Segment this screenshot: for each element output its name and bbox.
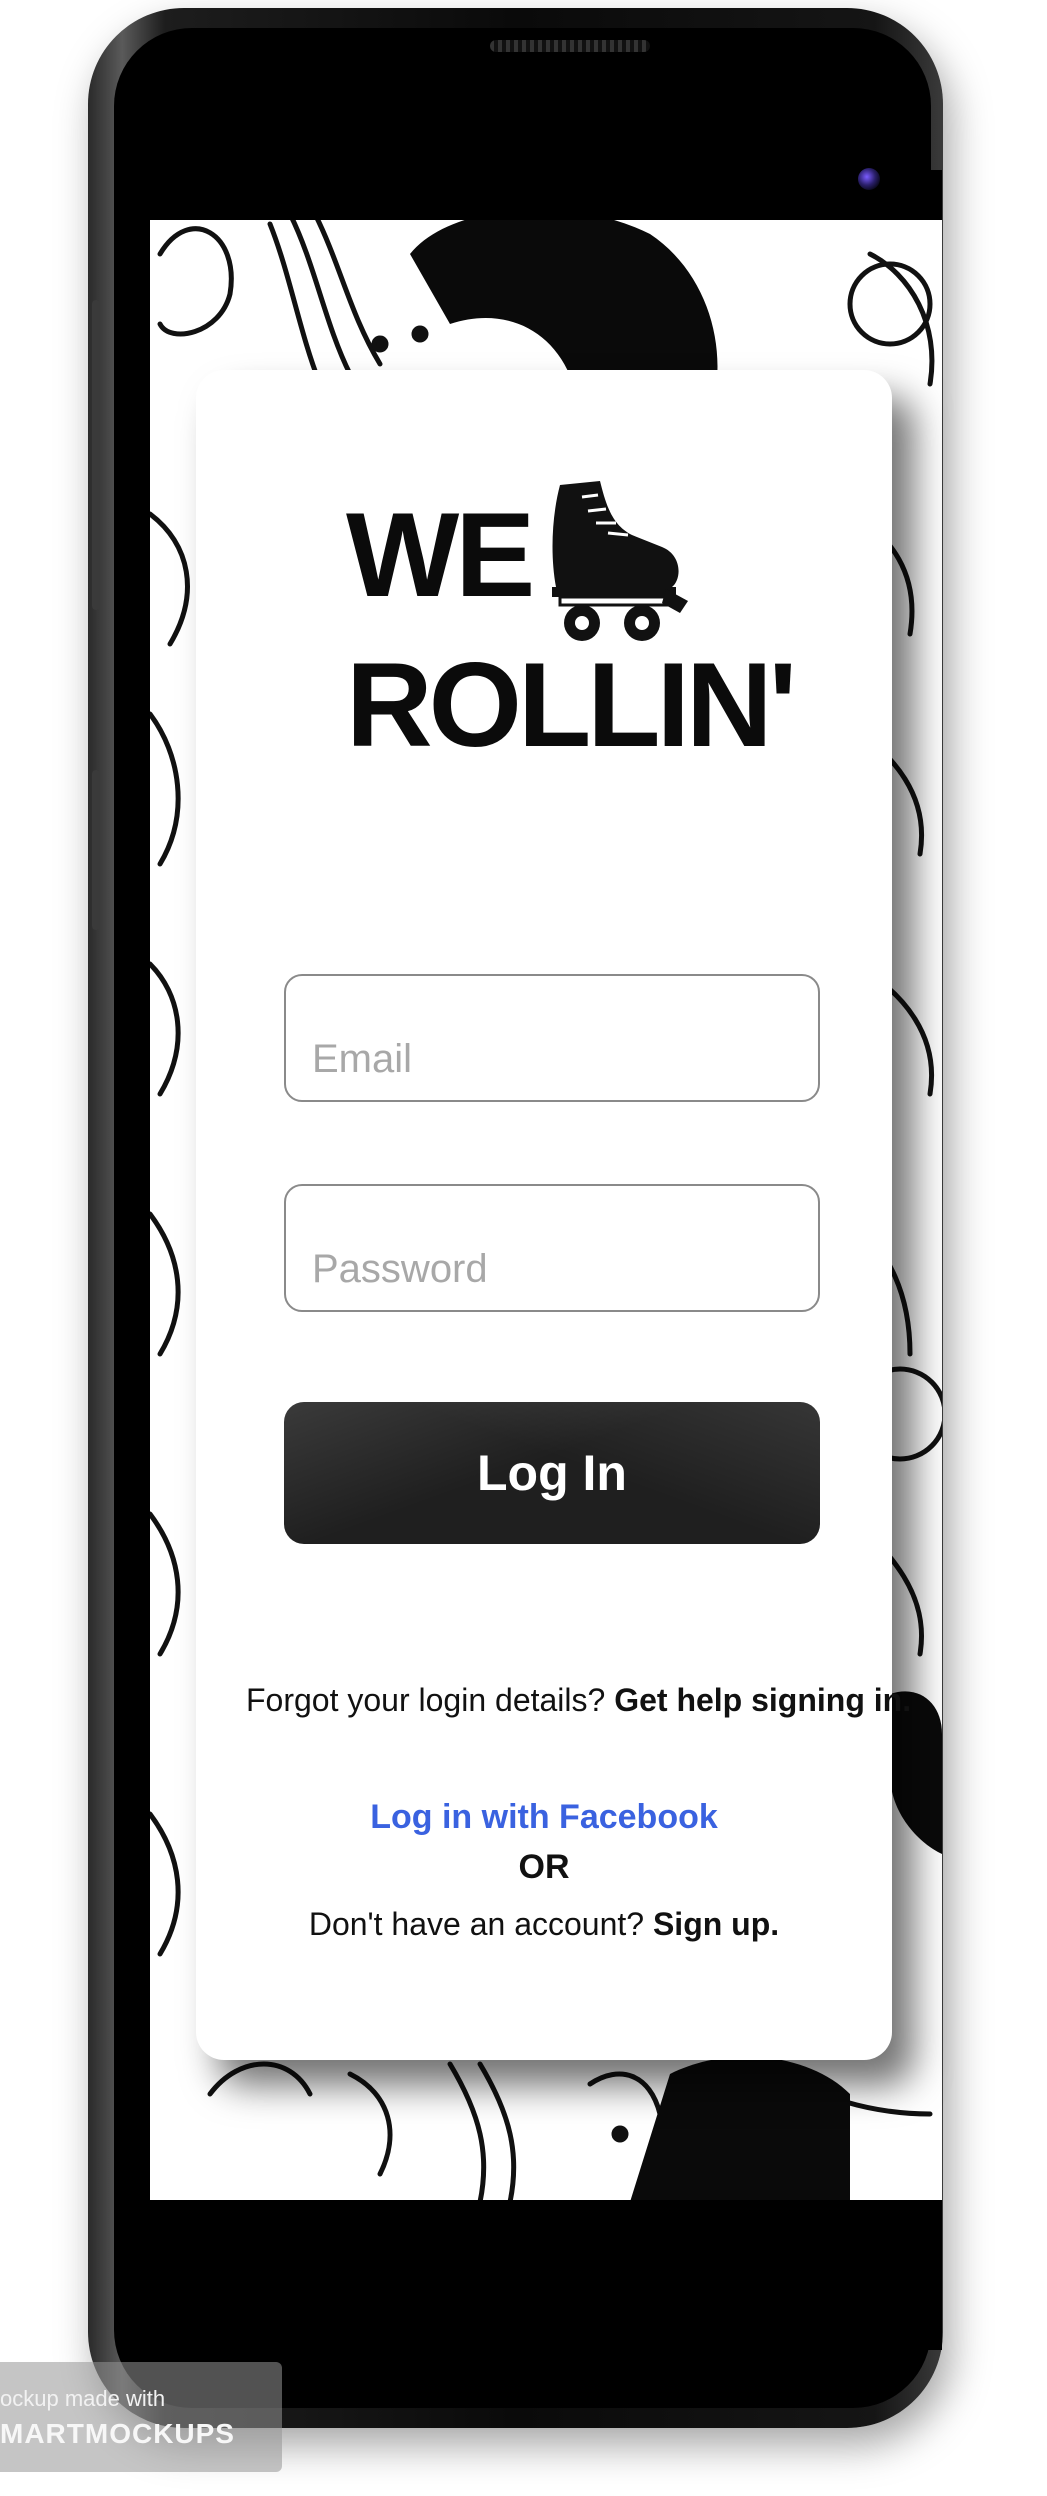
bixby-button bbox=[92, 770, 100, 930]
logo-text-rollin: ROLLIN' bbox=[346, 638, 797, 772]
status-bar-area bbox=[150, 170, 942, 220]
email-field[interactable]: Email bbox=[284, 974, 820, 1102]
mockup-watermark: ockup made with MARTMOCKUPS bbox=[0, 2362, 282, 2472]
mockup-stage: WE ROLLIN' Email Password Log In Forgot … bbox=[0, 0, 1047, 2496]
app-logo: WE ROLLIN' bbox=[346, 475, 797, 785]
login-button[interactable]: Log In bbox=[284, 1402, 820, 1544]
password-placeholder: Password bbox=[312, 1247, 488, 1291]
roller-skate-icon bbox=[552, 481, 688, 641]
front-camera-icon bbox=[858, 168, 880, 190]
volume-button bbox=[92, 300, 100, 610]
no-account-text: Don't have an account? bbox=[308, 1906, 653, 1942]
signup-text: Don't have an account? Sign up. bbox=[196, 1906, 892, 1943]
watermark-line2: MARTMOCKUPS bbox=[0, 2418, 235, 2449]
password-field[interactable]: Password bbox=[284, 1184, 820, 1312]
watermark-line1: ockup made with bbox=[0, 2386, 166, 2411]
login-button-label: Log In bbox=[477, 1445, 627, 1501]
navigation-bar-area bbox=[150, 2200, 942, 2350]
signup-link[interactable]: Sign up. bbox=[653, 1906, 779, 1942]
forgot-login-text: Forgot your login details? Get help sign… bbox=[246, 1682, 911, 1719]
logo-text-we: WE bbox=[346, 488, 535, 622]
forgot-text: Forgot your login details? bbox=[246, 1682, 615, 1718]
facebook-login-link[interactable]: Log in with Facebook bbox=[196, 1798, 892, 1837]
login-card: WE ROLLIN' Email Password Log In Forgot … bbox=[196, 370, 911, 2060]
email-placeholder: Email bbox=[312, 1037, 413, 1081]
earpiece-speaker bbox=[490, 40, 650, 52]
or-divider: OR bbox=[518, 1848, 570, 1886]
get-help-link[interactable]: Get help signing in. bbox=[614, 1682, 911, 1718]
